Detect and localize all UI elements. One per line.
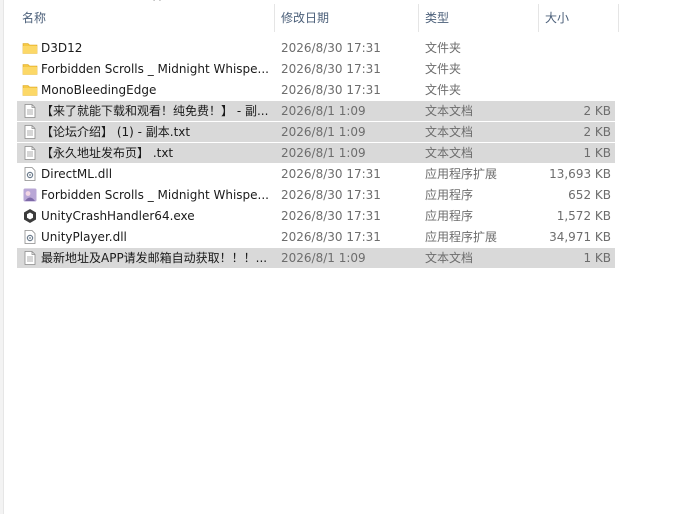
file-name: MonoBleedingEdge — [41, 83, 157, 97]
file-modified-date: 2026/8/30 17:31 — [281, 188, 381, 202]
folder-icon — [22, 61, 38, 77]
file-type: 应用程序 — [425, 188, 474, 202]
file-modified-date: 2026/8/1 1:09 — [281, 146, 366, 160]
file-name: Forbidden Scrolls _ Midnight Whispe... — [41, 188, 269, 202]
text-document-icon — [22, 124, 38, 140]
file-modified-date: 2026/8/30 17:31 — [281, 83, 381, 97]
file-row[interactable]: Forbidden Scrolls _ Midnight Whispe... 2… — [17, 59, 615, 79]
file-type: 文件夹 — [425, 62, 462, 76]
file-row[interactable]: DirectML.dll 2026/8/30 17:31 应用程序扩展 13,6… — [17, 164, 615, 184]
column-divider[interactable] — [618, 4, 619, 32]
file-name: 最新地址及APP请发邮箱自动获取！！！... — [41, 251, 268, 265]
file-list: D3D12 2026/8/30 17:31 文件夹 Forbidden Scro… — [17, 38, 615, 269]
file-name: D3D12 — [41, 41, 83, 55]
file-size: 1 KB — [583, 251, 611, 265]
file-size: 2 KB — [583, 125, 611, 139]
file-row[interactable]: 最新地址及APP请发邮箱自动获取！！！... 2026/8/1 1:09 文本文… — [17, 248, 615, 268]
file-size: 652 KB — [568, 188, 611, 202]
column-header-date-label: 修改日期 — [281, 11, 330, 25]
sort-ascending-icon: ^ — [152, 0, 163, 9]
file-modified-date: 2026/8/30 17:31 — [281, 230, 381, 244]
file-type: 文本文档 — [425, 125, 474, 139]
file-type: 文本文档 — [425, 104, 474, 118]
dll-icon — [22, 166, 38, 182]
column-header-name[interactable]: 名称 ^ — [16, 0, 274, 36]
text-document-icon — [22, 103, 38, 119]
column-header-size[interactable]: 大小 — [539, 0, 619, 36]
file-type: 文本文档 — [425, 251, 474, 265]
file-modified-date: 2026/8/1 1:09 — [281, 125, 366, 139]
file-row[interactable]: 【来了就能下载和观看！纯免费！】 - 副... 2026/8/1 1:09 文本… — [17, 101, 615, 121]
text-document-icon — [22, 145, 38, 161]
column-header-type-label: 类型 — [425, 11, 450, 25]
game-exe-icon — [22, 187, 38, 203]
navigation-pane-edge — [0, 0, 4, 514]
file-name: 【论坛介绍】 (1) - 副本.txt — [41, 125, 191, 139]
file-size: 1,572 KB — [556, 209, 611, 223]
file-name: UnityPlayer.dll — [41, 230, 127, 244]
file-type: 应用程序扩展 — [425, 230, 498, 244]
file-type: 文本文档 — [425, 146, 474, 160]
file-modified-date: 2026/8/1 1:09 — [281, 104, 366, 118]
file-modified-date: 2026/8/30 17:31 — [281, 209, 381, 223]
file-name: 【永久地址发布页】 .txt — [41, 146, 174, 160]
column-header-size-label: 大小 — [545, 11, 570, 25]
file-row[interactable]: MonoBleedingEdge 2026/8/30 17:31 文件夹 — [17, 80, 615, 100]
file-name: Forbidden Scrolls _ Midnight Whispe... — [41, 62, 269, 76]
file-size: 2 KB — [583, 104, 611, 118]
column-header-name-label: 名称 — [22, 11, 47, 25]
column-header-date[interactable]: 修改日期 — [275, 0, 419, 36]
unity-icon — [22, 208, 38, 224]
file-size: 34,971 KB — [549, 230, 611, 244]
file-modified-date: 2026/8/1 1:09 — [281, 251, 366, 265]
file-row[interactable]: 【永久地址发布页】 .txt 2026/8/1 1:09 文本文档 1 KB — [17, 143, 615, 163]
file-modified-date: 2026/8/30 17:31 — [281, 62, 381, 76]
file-row[interactable]: 【论坛介绍】 (1) - 副本.txt 2026/8/1 1:09 文本文档 2… — [17, 122, 615, 142]
file-type: 文件夹 — [425, 41, 462, 55]
file-type: 应用程序 — [425, 209, 474, 223]
file-row[interactable]: Forbidden Scrolls _ Midnight Whispe... 2… — [17, 185, 615, 205]
file-row[interactable]: D3D12 2026/8/30 17:31 文件夹 — [17, 38, 615, 58]
file-modified-date: 2026/8/30 17:31 — [281, 167, 381, 181]
file-row[interactable]: UnityPlayer.dll 2026/8/30 17:31 应用程序扩展 3… — [17, 227, 615, 247]
file-row[interactable]: UnityCrashHandler64.exe 2026/8/30 17:31 … — [17, 206, 615, 226]
folder-icon — [22, 82, 38, 98]
folder-icon — [22, 40, 38, 56]
file-size — [537, 59, 611, 79]
file-modified-date: 2026/8/30 17:31 — [281, 41, 381, 55]
column-header-type[interactable]: 类型 — [419, 0, 539, 36]
file-name: 【来了就能下载和观看！纯免费！】 - 副... — [41, 104, 269, 118]
dll-icon — [22, 229, 38, 245]
file-size — [537, 80, 611, 100]
file-name: DirectML.dll — [41, 167, 113, 181]
file-type: 应用程序扩展 — [425, 167, 498, 181]
column-header-bar: 名称 ^ 修改日期 类型 大小 — [4, 0, 624, 36]
file-size: 1 KB — [583, 146, 611, 160]
file-size: 13,693 KB — [549, 167, 611, 181]
file-size — [537, 38, 611, 58]
file-type: 文件夹 — [425, 83, 462, 97]
file-name: UnityCrashHandler64.exe — [41, 209, 195, 223]
text-document-icon — [22, 250, 38, 266]
